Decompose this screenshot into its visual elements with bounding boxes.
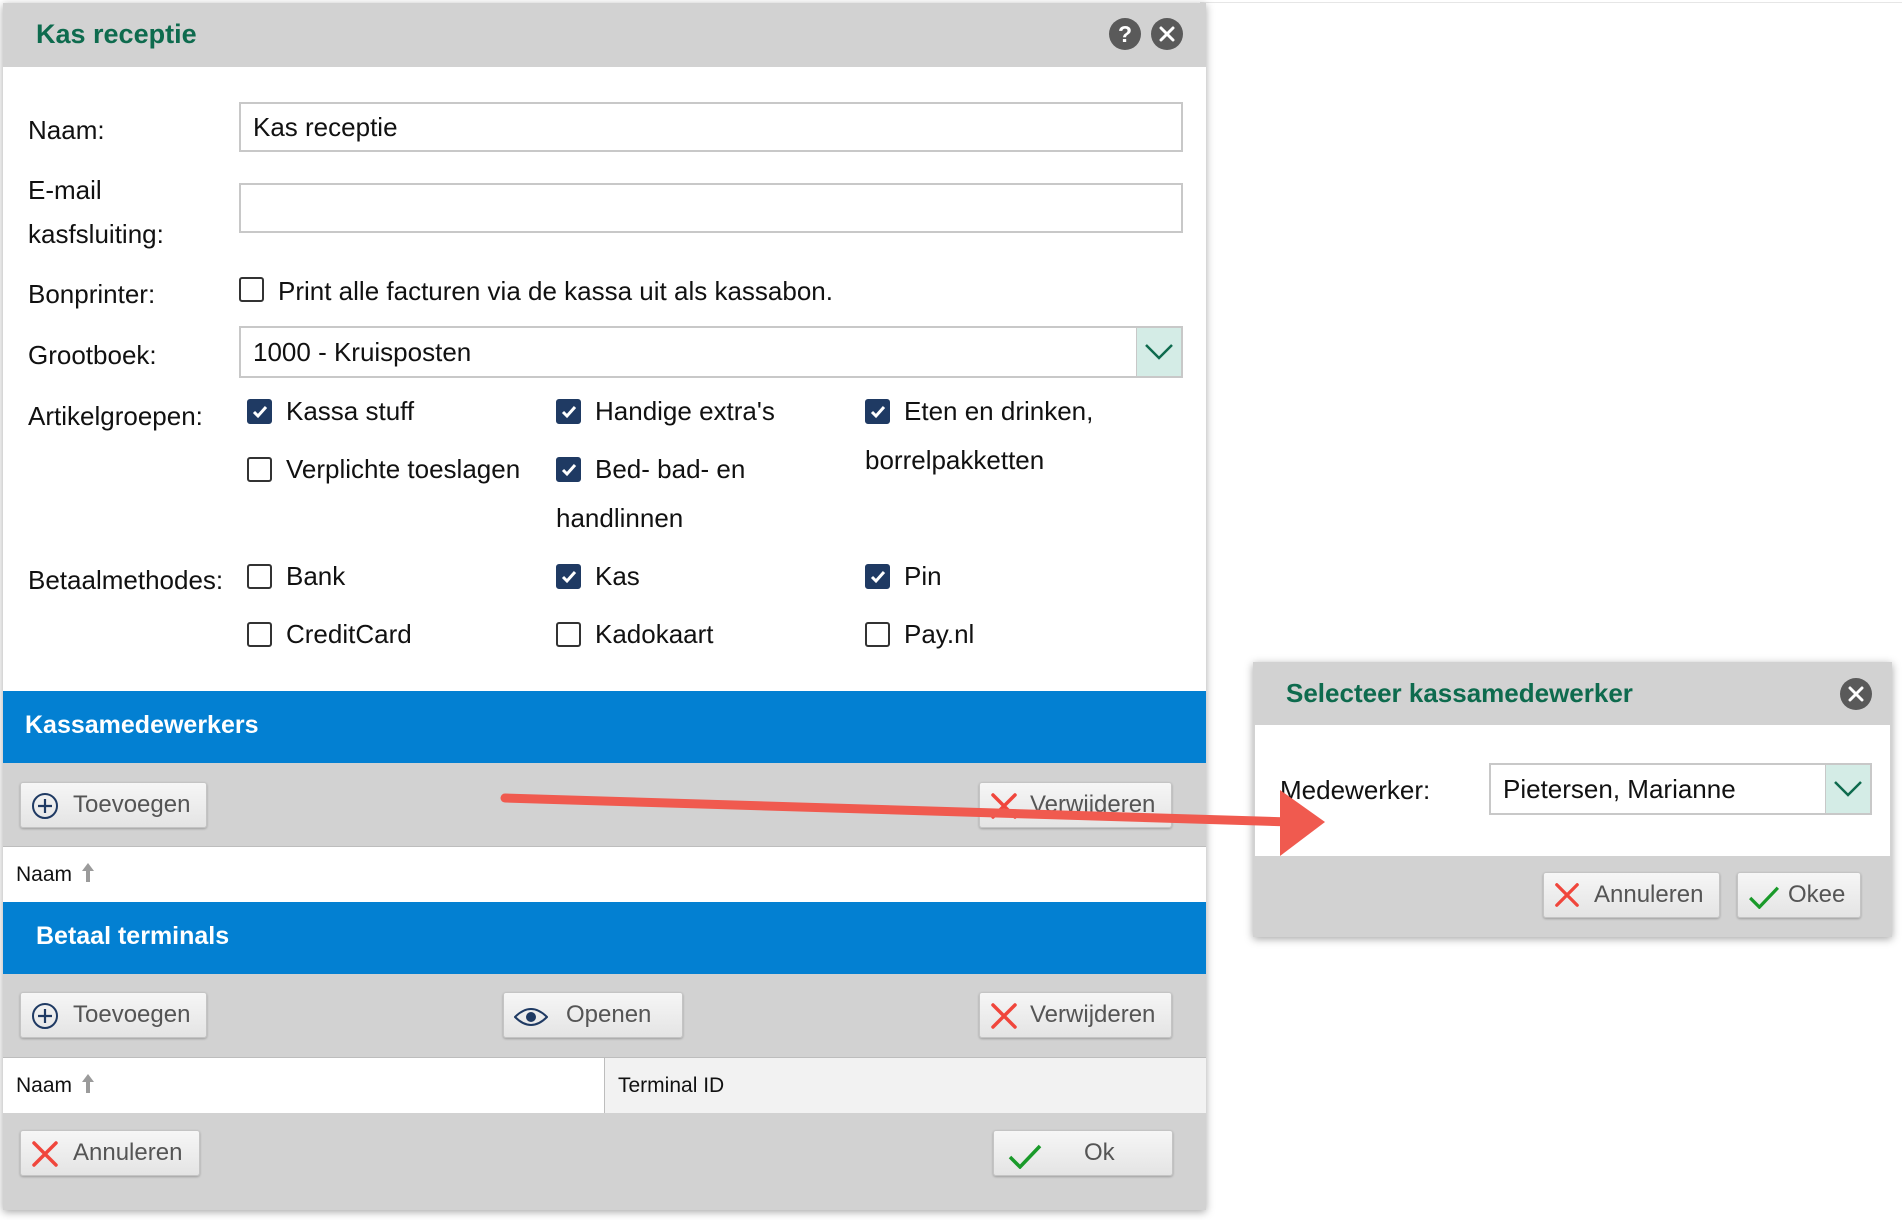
artikelgroep-checkbox-eten-drinken[interactable] [865,399,890,424]
terminals-add-button[interactable]: Toevoegen [20,992,207,1038]
terminals-add-label: Toevoegen [73,1001,191,1028]
ok-label: Ok [1084,1139,1115,1166]
terminals-col-naam-label: Naam [16,1074,73,1097]
naam-input-value: Kas receptie [253,111,398,142]
dialog-title: Kas receptie [36,19,197,49]
chevron-down-icon[interactable] [1825,765,1870,813]
kassamedewerkers-toolbar: Toevoegen Verwijderen [3,763,1206,846]
kassamedewerkers-add-label: Toevoegen [73,791,191,818]
naam-label: Naam: [28,115,105,145]
medewerker-label: Medewerker: [1280,775,1431,805]
bonprinter-label: Bonprinter: [28,279,156,309]
terminals-col-terminal-id[interactable]: Terminal ID [604,1058,1206,1114]
terminals-open-label: Openen [566,1001,652,1028]
betaalmethode-label-paynl: Pay.nl [904,619,975,649]
terminals-title: Betaal terminals [36,922,230,950]
grootboek-select-value: 1000 - Kruisposten [253,336,472,367]
bonprinter-option-label: Print alle facturen via de kassa uit als… [278,276,833,306]
artikelgroep-checkbox-bed-bad[interactable] [556,457,581,482]
medewerker-select[interactable]: Pietersen, Marianne [1489,763,1872,815]
red-x-icon [31,1140,59,1175]
plus-circle-icon [31,1002,59,1037]
artikelgroep-label-eten-drinken: Eten en drinken, [904,396,1094,426]
terminals-col-naam[interactable]: Naam [16,1058,96,1114]
red-x-icon [1554,882,1580,915]
dialog-footer: Annuleren Ok [3,1113,1206,1210]
select-ok-label: Okee [1788,881,1846,908]
betaalmethode-label-kas: Kas [595,561,640,591]
artikelgroep-checkbox-handige-extras[interactable] [556,399,581,424]
artikelgroep-label-kassa-stuff: Kassa stuff [286,396,415,426]
betaalmethodes-label: Betaalmethodes: [28,565,224,595]
kassamedewerkers-table-header: Naam [3,846,1206,903]
ok-button[interactable]: Ok [993,1130,1173,1176]
select-cancel-button[interactable]: Annuleren [1543,872,1720,918]
cancel-label: Annuleren [73,1139,183,1166]
betaalmethode-checkbox-bank[interactable] [247,564,272,589]
select-cancel-label: Annuleren [1594,881,1704,908]
artikelgroep-label-handige-extras: Handige extra's [595,396,775,426]
select-dialog-body: Medewerker: Pietersen, Marianne [1255,725,1890,856]
betaalmethode-checkbox-kadokaart[interactable] [556,622,581,647]
medewerker-select-value: Pietersen, Marianne [1503,773,1736,804]
select-ok-button[interactable]: Okee [1737,872,1861,918]
close-icon[interactable] [1840,678,1872,710]
email-label-line2: kasfsluiting: [28,219,164,249]
artikelgroep-checkbox-verplichte-toeslagen[interactable] [247,457,272,482]
grootboek-label: Grootboek: [28,340,157,370]
betaalmethode-label-creditcard: CreditCard [286,619,412,649]
terminals-open-button[interactable]: Openen [503,992,683,1038]
betaalmethode-label-pin: Pin [904,561,942,591]
sort-up-icon [80,861,96,889]
sort-up-icon [80,1072,96,1100]
kassamedewerkers-col-naam[interactable]: Naam [16,847,96,903]
artikelgroep-checkbox-kassa-stuff[interactable] [247,399,272,424]
select-medewerker-dialog: Selecteer kassamedewerker Medewerker: Pi… [1253,662,1892,937]
green-check-icon [1748,885,1780,916]
betaalmethode-checkbox-creditcard[interactable] [247,622,272,647]
close-icon[interactable] [1151,18,1183,50]
red-x-icon [990,792,1018,827]
terminals-header: Betaal terminals [3,902,1206,974]
dialog-header: Kas receptie ? [3,3,1206,67]
artikelgroep-label-bed-bad-line2: handlinnen [556,503,684,533]
artikelgroep-label-eten-drinken-line2: borrelpakketten [865,445,1045,475]
betaalmethode-checkbox-paynl[interactable] [865,622,890,647]
betaalmethode-label-bank: Bank [286,561,346,591]
bonprinter-checkbox[interactable] [239,277,264,302]
kassamedewerkers-title: Kassamedewerkers [25,711,259,739]
kassamedewerkers-remove-button[interactable]: Verwijderen [979,782,1172,828]
kassamedewerkers-header: Kassamedewerkers [3,691,1206,763]
chevron-down-icon[interactable] [1136,328,1181,376]
terminals-remove-button[interactable]: Verwijderen [979,992,1172,1038]
terminals-remove-label: Verwijderen [1030,1001,1156,1028]
select-dialog-title: Selecteer kassamedewerker [1286,678,1633,708]
betaalmethode-checkbox-pin[interactable] [865,564,890,589]
betaalmethode-checkbox-kas[interactable] [556,564,581,589]
red-x-icon [990,1002,1018,1037]
plus-circle-icon [31,792,59,827]
help-icon[interactable]: ? [1109,18,1141,50]
kassamedewerkers-add-button[interactable]: Toevoegen [20,782,207,828]
kassamedewerkers-remove-label: Verwijderen [1030,791,1156,818]
email-input[interactable] [239,183,1183,233]
terminals-col-terminal-id-label: Terminal ID [618,1074,725,1097]
artikelgroep-label-verplichte-toeslagen: Verplichte toeslagen [286,454,521,484]
naam-input[interactable]: Kas receptie [239,102,1183,152]
green-check-icon [1008,1143,1042,1176]
kas-dialog: Kas receptie ? Naam: Kas receptie E-mail… [3,3,1206,1210]
betaalmethode-label-kadokaart: Kadokaart [595,619,714,649]
artikelgroepen-label: Artikelgroepen: [28,401,203,431]
artikelgroep-label-bed-bad: Bed- bad- en [595,454,746,484]
eye-icon [513,1006,549,1034]
terminals-toolbar: Toevoegen Openen Verwijderen [3,974,1206,1057]
grootboek-select[interactable]: 1000 - Kruisposten [239,326,1183,378]
cancel-button[interactable]: Annuleren [20,1130,200,1176]
kassamedewerkers-col-naam-label: Naam [16,863,73,886]
top-divider [1200,2,1902,3]
terminals-table-header: Naam Terminal ID [3,1057,1206,1114]
